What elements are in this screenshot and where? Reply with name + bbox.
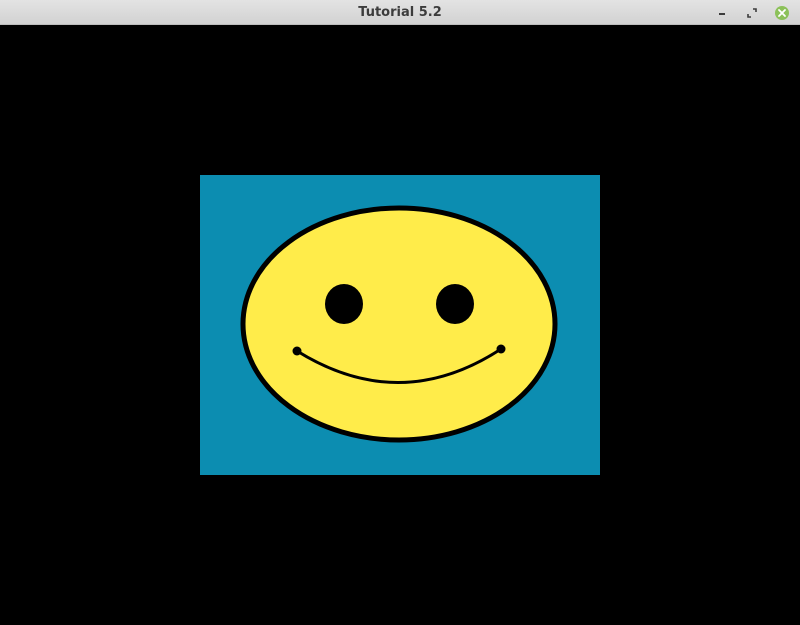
app-window: Tutorial 5.2 [0, 0, 800, 625]
title-bar[interactable]: Tutorial 5.2 [0, 0, 800, 25]
close-icon [775, 5, 789, 20]
drawing-canvas [0, 25, 800, 625]
minimize-button[interactable] [712, 3, 732, 22]
smile-right-end [496, 344, 506, 354]
smile-left-end [292, 346, 302, 356]
scene [200, 175, 600, 475]
right-eye [436, 284, 474, 324]
close-button[interactable] [772, 3, 792, 22]
restore-icon [747, 7, 757, 18]
window-title: Tutorial 5.2 [358, 5, 442, 20]
minimize-icon [719, 12, 725, 15]
left-eye [325, 284, 363, 324]
window-controls [712, 3, 792, 22]
smiley-face [240, 205, 558, 443]
restore-button[interactable] [742, 3, 762, 22]
